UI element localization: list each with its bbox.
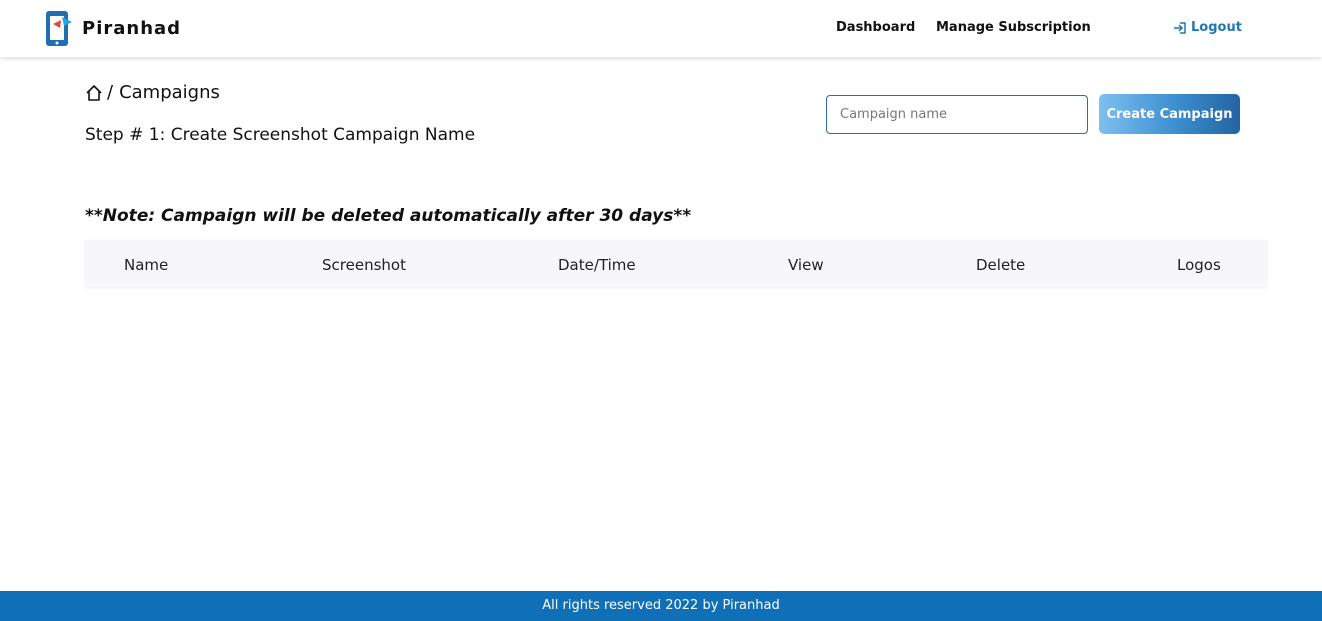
column-header-screenshot: Screenshot — [322, 256, 406, 274]
column-header-delete: Delete — [976, 256, 1026, 274]
breadcrumb: / Campaigns — [85, 82, 220, 103]
home-icon[interactable] — [85, 84, 103, 102]
column-header-logos: Logos — [1177, 256, 1221, 274]
column-header-view: View — [788, 256, 824, 274]
nav-dashboard-link[interactable]: Dashboard — [836, 20, 915, 35]
step-title: Step # 1: Create Screenshot Campaign Nam… — [85, 125, 476, 145]
campaign-table-header: Name Screenshot Date/Time View Delete Lo… — [85, 240, 1267, 287]
campaign-name-input[interactable] — [826, 95, 1088, 134]
top-navbar: Piranhad Dashboard Manage Subscription L… — [0, 0, 1322, 57]
logout-link[interactable]: Logout — [1173, 20, 1242, 35]
brand-name: Piranhad — [82, 17, 182, 39]
phone-app-icon — [46, 11, 72, 46]
column-header-datetime: Date/Time — [558, 256, 636, 274]
brand-logo[interactable]: Piranhad — [44, 8, 181, 48]
column-header-name: Name — [124, 256, 169, 274]
nav-manage-subscription-link[interactable]: Manage Subscription — [936, 20, 1091, 35]
logout-label: Logout — [1191, 20, 1242, 35]
breadcrumb-current: Campaigns — [119, 82, 220, 103]
deletion-note: **Note: Campaign will be deleted automat… — [85, 206, 692, 226]
footer: All rights reserved 2022 by Piranhad — [0, 591, 1322, 621]
breadcrumb-separator: / — [107, 82, 114, 103]
logout-icon — [1174, 21, 1186, 34]
create-campaign-button[interactable]: Create Campaign — [1099, 94, 1240, 134]
